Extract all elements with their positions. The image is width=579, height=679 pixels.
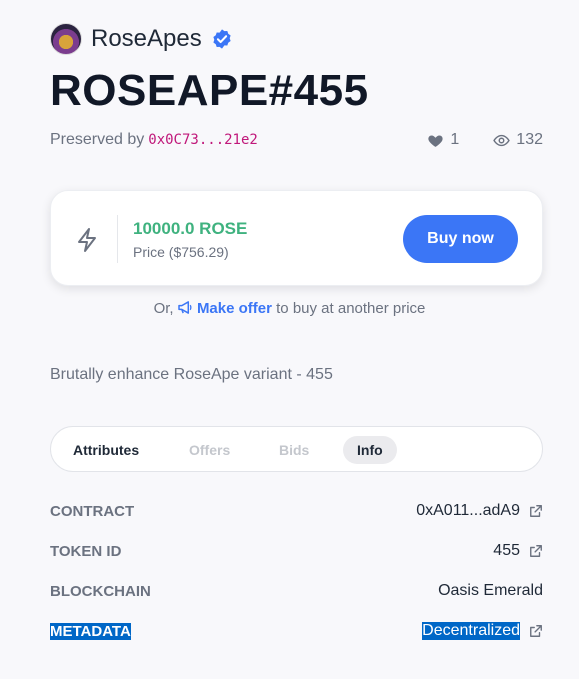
tab-info[interactable]: Info — [343, 436, 397, 464]
verified-badge-icon — [213, 29, 231, 49]
make-offer-link[interactable]: Make offer — [178, 300, 272, 317]
tab-offers[interactable]: Offers — [175, 436, 244, 464]
collection-header[interactable]: RoseApes — [50, 22, 233, 56]
views-count: 132 — [516, 131, 543, 148]
offer-suffix: to buy at another price — [276, 300, 426, 317]
info-row-token-id: TOKEN ID 455 — [50, 539, 543, 563]
offer-line: Or, Make offer to buy at another price — [0, 300, 579, 317]
info-label: BLOCKCHAIN — [50, 582, 151, 600]
collection-name[interactable]: RoseApes — [91, 25, 202, 53]
ownership-row: Preserved by 0x0C73...21e2 1 132 — [50, 128, 543, 152]
nft-title: ROSEAPE#455 — [50, 66, 369, 115]
nft-description: Brutally enhance RoseApe variant - 455 — [50, 366, 333, 383]
external-link-icon[interactable] — [529, 624, 543, 638]
tab-bids[interactable]: Bids — [265, 436, 323, 464]
info-label: CONTRACT — [50, 502, 135, 520]
tab-attributes[interactable]: Attributes — [59, 436, 153, 464]
price-card: 10000.0 ROSE Price ($756.29) Buy now — [50, 190, 543, 286]
info-label: TOKEN ID — [50, 542, 122, 560]
megaphone-icon — [178, 301, 192, 314]
likes-count: 1 — [450, 131, 460, 148]
external-link-icon[interactable] — [529, 504, 543, 518]
info-label: METADATA — [50, 622, 131, 640]
price-divider — [117, 215, 118, 263]
lightning-icon — [78, 228, 96, 252]
owner-address-link[interactable]: 0x0C73...21e2 — [148, 132, 258, 148]
blockchain-value: Oasis Emerald — [438, 582, 543, 599]
detail-tabs: Attributes Offers Bids Info — [50, 426, 543, 472]
heart-icon[interactable] — [427, 132, 444, 149]
info-row-metadata: METADATA Decentralized — [50, 619, 543, 643]
make-offer-label[interactable]: Make offer — [197, 300, 272, 317]
external-link-icon[interactable] — [529, 544, 543, 558]
buy-now-button[interactable]: Buy now — [403, 215, 518, 263]
price-fiat: Price ($756.29) — [133, 244, 229, 260]
info-row-contract: CONTRACT 0xA011...adA9 — [50, 499, 543, 523]
owner-prefix: Preserved by — [50, 131, 145, 148]
collection-avatar[interactable] — [50, 23, 82, 55]
price-amount: 10000.0 ROSE — [133, 219, 248, 238]
stats: 1 132 — [427, 131, 543, 149]
contract-address-link[interactable]: 0xA011...adA9 — [416, 502, 520, 520]
metadata-link[interactable]: Decentralized — [422, 622, 520, 640]
info-row-blockchain: BLOCKCHAIN Oasis Emerald — [50, 579, 543, 603]
token-id-link[interactable]: 455 — [493, 542, 520, 560]
eye-icon — [493, 134, 511, 146]
offer-prefix: Or, — [153, 300, 174, 317]
